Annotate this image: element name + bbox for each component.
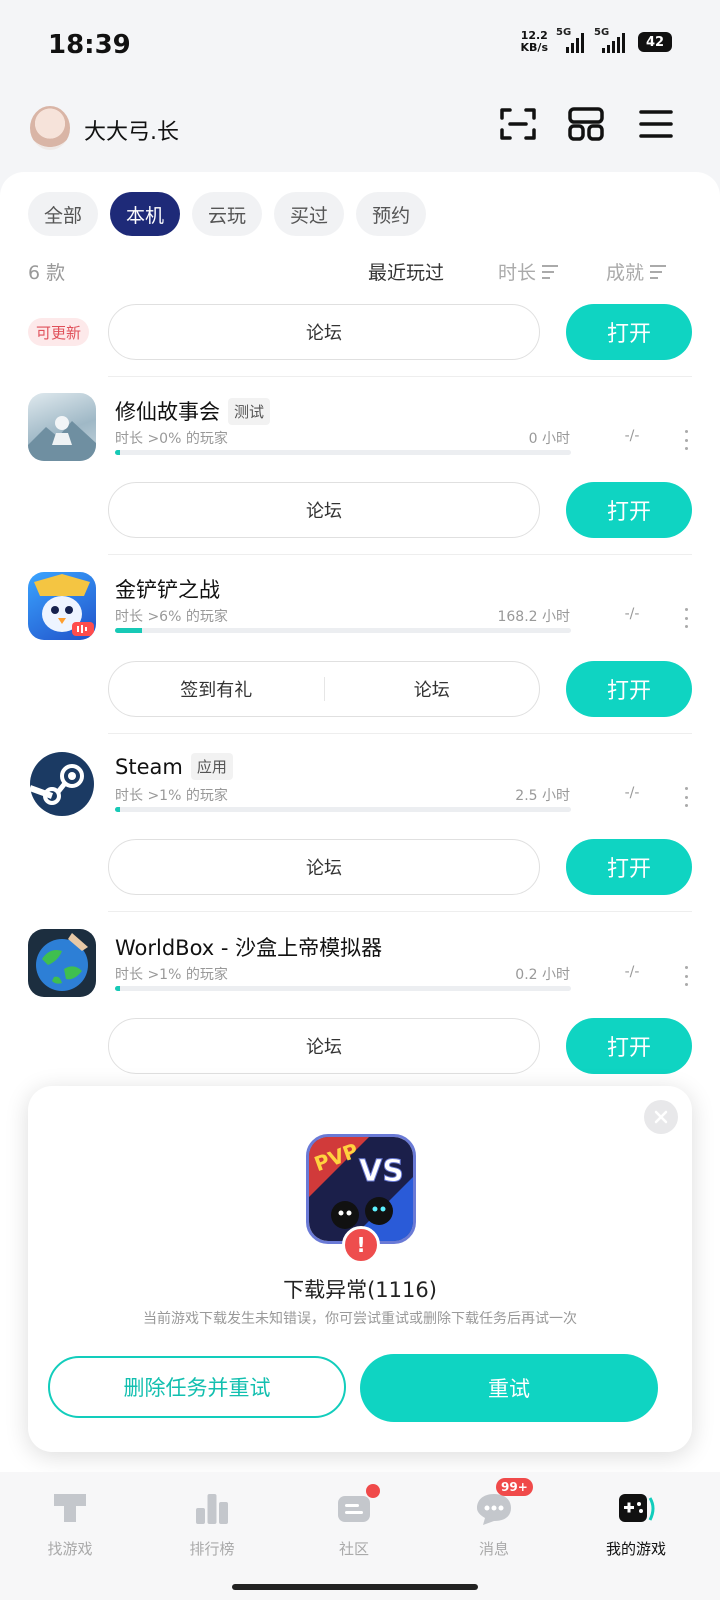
apps-grid-icon[interactable] — [566, 104, 606, 144]
signal-icon: 5G — [556, 27, 586, 53]
forum-button[interactable]: 论坛 — [108, 482, 540, 538]
error-icon: ! — [342, 1226, 380, 1264]
tab-my-games[interactable]: 我的游戏 — [586, 1488, 686, 1559]
scan-icon[interactable] — [498, 104, 538, 144]
playtime-progress-bar — [115, 450, 571, 455]
forum-button[interactable]: 论坛 — [108, 839, 540, 895]
forum-button[interactable]: 论坛 — [108, 1018, 540, 1074]
sort-achievement[interactable]: 成就 — [606, 258, 667, 285]
avatar[interactable] — [30, 106, 70, 150]
notification-dot — [366, 1484, 380, 1498]
game-actions-pill: 签到有礼 论坛 — [108, 661, 540, 717]
playtime-stat-label: 时长 >6% 的玩家 — [115, 609, 228, 625]
playtime-value: 168.2 小时 — [497, 609, 570, 625]
game-title[interactable]: WorldBox - 沙盒上帝模拟器 — [115, 932, 382, 962]
playtime-value: 0.2 小时 — [515, 967, 570, 983]
checkin-gift-button[interactable]: 签到有礼 — [109, 676, 324, 702]
playtime-stat-label: 时长 >1% 的玩家 — [115, 967, 228, 983]
more-options-icon[interactable] — [683, 430, 689, 450]
filter-chips: 全部 本机 云玩 买过 预约 — [28, 192, 427, 236]
game-icon-jinchanchan[interactable] — [28, 572, 96, 640]
more-options-icon[interactable] — [683, 608, 689, 628]
sort-recent[interactable]: 最近玩过 — [368, 258, 444, 285]
game-title[interactable]: Steam 应用 — [115, 753, 233, 780]
filter-chip-purchased[interactable]: 买过 — [274, 192, 345, 236]
divider — [108, 733, 692, 734]
more-options-icon[interactable] — [683, 966, 689, 986]
net-speed: 12.2 KB/s — [520, 29, 548, 54]
game-count: 6 款 — [28, 262, 66, 284]
find-games-icon — [54, 1494, 86, 1522]
delete-and-retry-button[interactable]: 删除任务并重试 — [48, 1356, 346, 1418]
update-available-tag: 可更新 — [28, 318, 90, 346]
forum-button[interactable]: 论坛 — [108, 304, 540, 360]
playtime-value: 2.5 小时 — [515, 788, 570, 804]
game-title[interactable]: 金铲铲之战 — [115, 574, 220, 604]
my-games-icon — [619, 1494, 655, 1522]
playtime-stat-label: 时长 >0% 的玩家 — [115, 431, 228, 447]
svg-text:VS: VS — [359, 1154, 404, 1189]
battery-icon: 42 — [638, 32, 672, 52]
tab-messages[interactable]: 99+ 消息 — [444, 1478, 544, 1559]
sort-icon — [650, 264, 667, 279]
game-tag: 应用 — [190, 753, 233, 780]
dialog-title: 下载异常(1116) — [283, 1278, 437, 1302]
achievement-value: -/- — [624, 785, 640, 801]
filter-chip-cloud[interactable]: 云玩 — [192, 192, 263, 236]
sort-duration[interactable]: 时长 — [498, 258, 559, 285]
open-button[interactable]: 打开 — [566, 304, 692, 360]
status-icons: 12.2 KB/s 5G 5G 42 — [520, 27, 672, 54]
achievement-value: -/- — [624, 428, 640, 444]
filter-chip-local[interactable]: 本机 — [110, 192, 181, 236]
tab-community[interactable]: 社区 — [304, 1484, 404, 1559]
tab-find-games[interactable]: 找游戏 — [20, 1488, 120, 1559]
playtime-progress-bar — [115, 628, 571, 633]
filter-chip-all[interactable]: 全部 — [28, 192, 99, 236]
open-button[interactable]: 打开 — [566, 482, 692, 538]
game-icon-worldbox[interactable] — [28, 929, 96, 997]
open-button[interactable]: 打开 — [566, 839, 692, 895]
playtime-value: 0 小时 — [528, 431, 570, 447]
game-icon-xiuxian[interactable] — [28, 393, 96, 461]
close-button[interactable] — [644, 1100, 678, 1134]
game-title[interactable]: 修仙故事会 测试 — [115, 396, 271, 426]
status-bar: 18:39 12.2 KB/s 5G 5G 42 — [0, 0, 720, 96]
steam-icon[interactable] — [28, 750, 96, 818]
dialog-description: 当前游戏下载发生未知错误，你可尝试重试或删除下载任务后再试一次 — [143, 1311, 577, 1327]
forum-button[interactable]: 论坛 — [325, 676, 540, 702]
game-tag: 测试 — [228, 397, 271, 425]
rankings-icon — [196, 1494, 228, 1524]
message-count-badge: 99+ — [496, 1478, 533, 1496]
divider — [108, 911, 692, 912]
playtime-progress-bar — [115, 807, 571, 812]
playtime-stat-label: 时长 >1% 的玩家 — [115, 788, 228, 804]
open-button[interactable]: 打开 — [566, 661, 692, 717]
download-error-dialog: PVP VS ! 下载异常(1116) 当前游戏下载发生未知错误，你可尝试重试或… — [28, 1086, 692, 1452]
menu-icon[interactable] — [636, 104, 676, 144]
playtime-progress-bar — [115, 986, 571, 991]
achievement-value: -/- — [624, 606, 640, 622]
status-time: 18:39 — [48, 30, 131, 60]
achievement-value: -/- — [624, 964, 640, 980]
filter-chip-reserved[interactable]: 预约 — [356, 192, 427, 236]
retry-button[interactable]: 重试 — [360, 1354, 658, 1422]
open-button[interactable]: 打开 — [566, 1018, 692, 1074]
signal-icon-2: 5G — [594, 27, 628, 53]
list-meta-row: 6 款 最近玩过 时长 成就 — [28, 258, 692, 288]
more-options-icon[interactable] — [683, 787, 689, 807]
bottom-tab-bar: 找游戏 排行榜 社区 99+ 消息 我的游戏 — [0, 1472, 720, 1600]
tab-rankings[interactable]: 排行榜 — [162, 1488, 262, 1559]
home-indicator[interactable] — [232, 1584, 478, 1590]
divider — [108, 376, 692, 377]
username[interactable]: 大大弓.长 — [84, 114, 179, 146]
sort-icon — [542, 264, 559, 279]
top-bar: 大大弓.长 — [0, 96, 720, 172]
divider — [108, 554, 692, 555]
close-icon — [654, 1110, 668, 1124]
